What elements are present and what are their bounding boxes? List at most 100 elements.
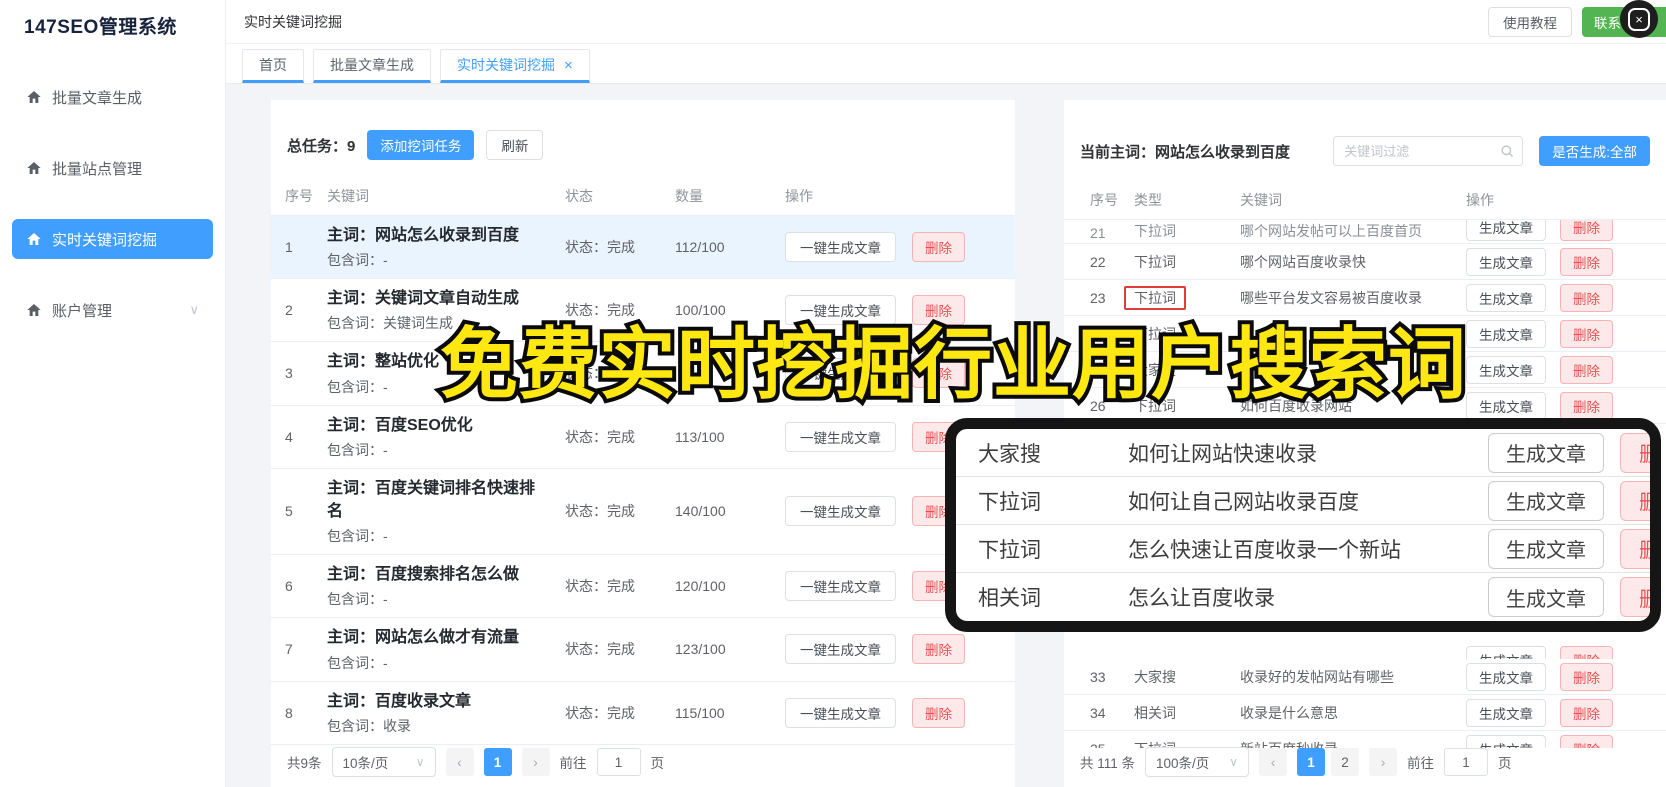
page-number-button[interactable]: 1	[1297, 748, 1326, 776]
page-number-button[interactable]: 2	[1331, 748, 1360, 776]
keyword-text: 哪个网站发帖可以上百度首页	[1240, 223, 1422, 239]
keyword-text: 怎么快速让百度收录一个新站	[1128, 538, 1401, 562]
delete-button[interactable]: 删除	[912, 634, 965, 665]
page-unit-label: 页	[650, 756, 665, 771]
delete-button[interactable]: 删除	[1560, 220, 1613, 241]
keyword-filter-input[interactable]	[1333, 136, 1524, 166]
delete-button[interactable]: 删	[1620, 480, 1650, 521]
task-contain-word: 包含词：-	[327, 441, 388, 458]
add-task-button[interactable]: 添加挖词任务	[367, 130, 475, 160]
generate-article-button[interactable]: 一键生成文章	[785, 496, 896, 527]
col-no: 序号	[285, 187, 313, 204]
generate-article-button[interactable]: 生成文章	[1466, 283, 1546, 312]
tab-label: 首页	[259, 57, 287, 73]
delete-button[interactable]: 删除	[1560, 247, 1613, 276]
generate-article-button[interactable]: 生成文章	[1466, 662, 1546, 691]
task-table-header: 序号 关键词 状态 数量 操作	[271, 176, 1015, 216]
page-size-select[interactable]: 100条/页 ∨	[1145, 747, 1250, 777]
task-pagination: 共9条 10条/页 ∨ ‹ 1 › 前往 页	[287, 747, 664, 777]
task-row-index: 5	[285, 503, 293, 520]
keyword-type: 下拉词	[1134, 253, 1176, 270]
prev-page-button[interactable]: ‹	[1259, 748, 1288, 776]
refresh-button[interactable]: 刷新	[486, 130, 544, 160]
goto-page-input[interactable]	[596, 748, 641, 776]
sidebar-item[interactable]: 批量站点管理	[12, 148, 213, 188]
delete-button[interactable]: 删除	[1560, 698, 1613, 727]
sidebar-item[interactable]: 实时关键词挖掘	[12, 219, 213, 259]
generate-article-button[interactable]: 生成文章	[1466, 698, 1546, 727]
page-tab[interactable]: 批量文章生成	[313, 49, 431, 83]
generate-article-button[interactable]: 一键生成文章	[785, 421, 896, 452]
delete-button[interactable]: 删除	[1560, 355, 1613, 384]
col-keyword: 关键词	[1240, 191, 1282, 208]
generate-article-button[interactable]: 生成文章	[1488, 432, 1604, 473]
delete-button[interactable]: 删除	[912, 697, 965, 728]
task-row-index: 4	[285, 428, 293, 445]
generate-article-button[interactable]: 生成文章	[1466, 247, 1546, 276]
delete-button[interactable]: 删除	[1560, 646, 1613, 659]
delete-button[interactable]: 删	[1620, 432, 1650, 473]
task-main-word: 主词：百度SEO优化	[327, 416, 473, 434]
breadcrumb: 实时关键词挖掘	[244, 13, 342, 30]
task-row: 5 主词：百度关键词排名快速排名 包含词：- 状态：完成 140/100 一键生…	[271, 469, 1015, 556]
task-panel-header: 总任务：9 添加挖词任务 刷新	[287, 130, 999, 160]
delete-button[interactable]: 删	[1620, 528, 1650, 569]
generate-article-button[interactable]: 一键生成文章	[785, 232, 896, 263]
generate-article-button[interactable]: 生成文章	[1488, 528, 1604, 569]
delete-button[interactable]: 删除	[1560, 391, 1613, 420]
delete-button[interactable]: 删除	[1560, 283, 1613, 312]
sidebar: 147SEO管理系统 批量文章生成 批量站点管理 实时关键词挖掘 账户管理 ∨	[0, 0, 226, 787]
keyword-panel-header: 当前主词：网站怎么收录到百度 是否生成:全部	[1080, 136, 1650, 166]
delete-button[interactable]: 删除	[1560, 734, 1613, 748]
delete-button[interactable]: 删	[1620, 577, 1650, 617]
generate-article-button[interactable]: 生成文章	[1466, 734, 1546, 748]
chevron-down-icon: ∨	[189, 302, 199, 317]
generate-article-button[interactable]: 生成文章	[1488, 577, 1604, 617]
delete-button[interactable]: 删除	[912, 232, 965, 263]
generate-article-button[interactable]: 一键生成文章	[785, 634, 896, 665]
next-page-button[interactable]: ›	[1369, 748, 1398, 776]
sidebar-item[interactable]: 批量文章生成	[12, 77, 213, 117]
keyword-filter	[1333, 136, 1524, 166]
col-actions: 操作	[785, 187, 813, 204]
task-status: 状态：完成	[565, 704, 635, 721]
task-contain-word: 包含词：-	[327, 252, 388, 269]
goto-page-input[interactable]	[1444, 748, 1489, 776]
generate-article-button[interactable]: 生成文章	[1466, 646, 1546, 659]
tab-close-icon[interactable]: ×	[564, 57, 573, 74]
delete-button[interactable]: 删除	[1560, 662, 1613, 691]
delete-button[interactable]: 删除	[1560, 319, 1613, 348]
zoom-keyword-row: 下拉词 如何让自己网站收录百度 生成文章 删	[956, 477, 1650, 525]
page-number-button[interactable]: 1	[483, 748, 512, 776]
zoom-keyword-row: 下拉词 怎么快速让百度收录一个新站 生成文章 删	[956, 525, 1650, 573]
keyword-row: 35 下拉词 新站百度秒收录 生成文章 删除	[1064, 731, 1666, 748]
sidebar-item[interactable]: 账户管理 ∨	[12, 290, 213, 330]
chevron-down-icon: ∨	[415, 755, 425, 769]
sidebar-item-label: 实时关键词挖掘	[52, 231, 158, 249]
task-row-index: 1	[285, 239, 293, 256]
sidebar-item-label: 批量文章生成	[52, 89, 143, 107]
generate-article-button[interactable]: 生成文章	[1466, 355, 1546, 384]
tutorial-button[interactable]: 使用教程	[1488, 6, 1572, 37]
generate-article-button[interactable]: 生成文章	[1466, 391, 1546, 420]
page-size-select[interactable]: 10条/页 ∨	[331, 747, 436, 777]
prev-page-button[interactable]: ‹	[445, 748, 474, 776]
generate-all-button[interactable]: 是否生成:全部	[1539, 136, 1650, 166]
generate-article-button[interactable]: 生成文章	[1466, 220, 1546, 241]
page-tab[interactable]: 首页	[242, 49, 304, 83]
generate-article-button[interactable]: 一键生成文章	[785, 571, 896, 602]
task-status: 状态：完成	[565, 503, 635, 520]
keyword-text: 收录好的发帖网站有哪些	[1240, 668, 1394, 685]
generate-article-button[interactable]: 生成文章	[1488, 480, 1604, 521]
task-table-body: 1 主词：网站怎么收录到百度 包含词：- 状态：完成 112/100 一键生成文…	[271, 216, 1015, 745]
keyword-type: 相关词	[978, 587, 1041, 610]
generate-article-button[interactable]: 一键生成文章	[785, 697, 896, 728]
keyword-text: 哪个网站百度收录快	[1240, 253, 1366, 270]
keyword-text: 如何让自己网站收录百度	[1128, 490, 1359, 514]
task-count: 140/100	[675, 503, 726, 520]
keyword-row: 22 下拉词 哪个网站百度收录快 生成文章 删除	[1064, 244, 1666, 280]
generate-article-button[interactable]: 生成文章	[1466, 319, 1546, 348]
keyword-type: 大家搜	[978, 442, 1041, 466]
page-tab[interactable]: 实时关键词挖掘 ×	[440, 49, 590, 83]
next-page-button[interactable]: ›	[521, 748, 550, 776]
